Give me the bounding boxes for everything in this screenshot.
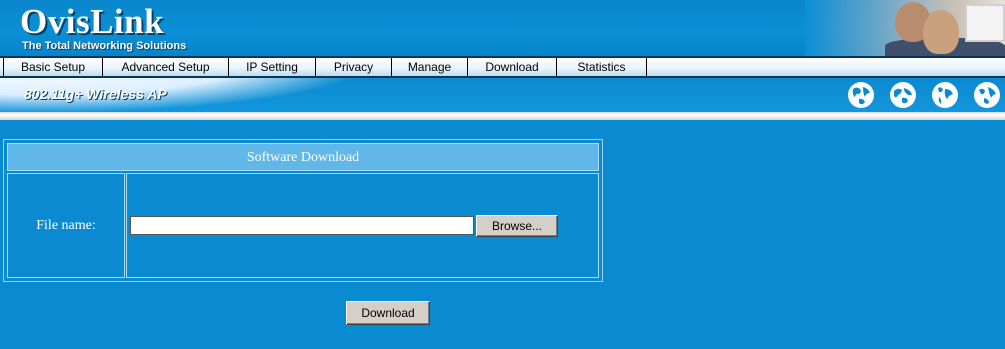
nav-item-ip-setting[interactable]: IP Setting: [229, 58, 316, 76]
file-input-cell: Browse...: [126, 173, 599, 278]
logo-tagline: The Total Networking Solutions: [22, 40, 187, 52]
file-name-label: File name:: [7, 173, 125, 278]
header-photo: [805, 0, 1005, 56]
nav-item-privacy[interactable]: Privacy: [316, 58, 392, 76]
banner-stripe: [0, 112, 1005, 120]
main-nav: Basic Setup Advanced Setup IP Setting Pr…: [0, 58, 1005, 78]
nav-item-advanced-setup[interactable]: Advanced Setup: [103, 58, 229, 76]
software-download-panel: Software Download File name: Browse...: [3, 139, 603, 282]
nav-item-download[interactable]: Download: [468, 58, 557, 76]
nav-item-statistics[interactable]: Statistics: [557, 58, 647, 76]
browse-button[interactable]: Browse...: [476, 215, 558, 237]
globe-icon[interactable]: [931, 81, 959, 109]
nav-item-basic-setup[interactable]: Basic Setup: [4, 58, 103, 76]
header-banner: OvisLink The Total Networking Solutions: [0, 0, 1005, 56]
product-banner: 802.11g+ Wireless AP: [0, 78, 1005, 112]
nav-item-manage[interactable]: Manage: [392, 58, 468, 76]
globe-icon[interactable]: [847, 81, 875, 109]
product-title: 802.11g+ Wireless AP: [24, 86, 167, 102]
panel-heading: Software Download: [7, 143, 599, 171]
ovislink-logo: OvisLink: [20, 2, 165, 41]
globe-icon[interactable]: [973, 81, 1001, 109]
globe-icon[interactable]: [889, 81, 917, 109]
file-path-input[interactable]: [130, 216, 474, 235]
download-button[interactable]: Download: [346, 301, 430, 325]
